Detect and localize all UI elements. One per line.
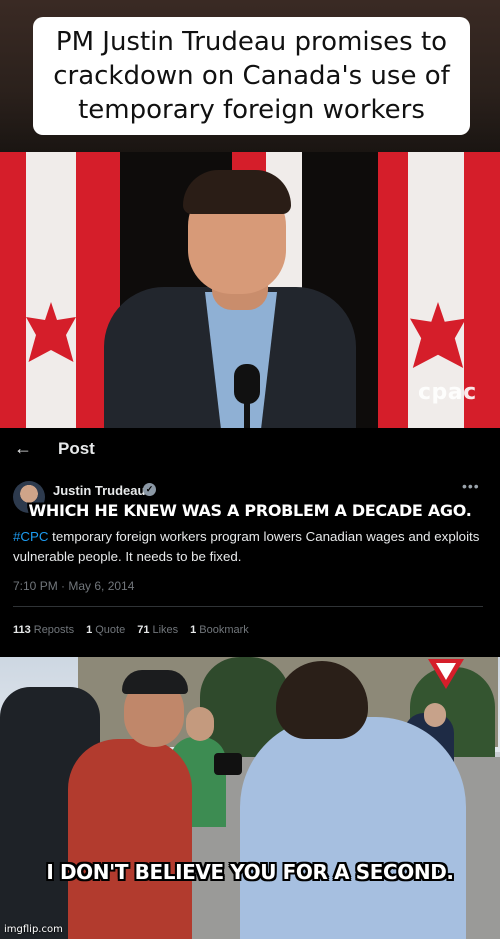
yield-sign-inner [436, 663, 456, 680]
man-blue-shirt [240, 717, 466, 939]
broadcaster-logo: cpac [418, 380, 477, 405]
headline-text: PM Justin Trudeau promises to crackdown … [53, 27, 450, 125]
speaker-hair [183, 170, 291, 214]
cap-icon [122, 670, 188, 694]
hashtag-link[interactable]: #CPC [13, 529, 48, 544]
tweet-panel: ← Post Justin Trudeau ✓ ••• #CPC tempora… [0, 428, 500, 657]
more-horizontal-icon[interactable]: ••• [462, 478, 480, 494]
headline-box: PM Justin Trudeau promises to crackdown … [33, 17, 470, 135]
microphone-stand [244, 402, 250, 428]
watermark: imgflip.com [4, 924, 63, 935]
likes-stat[interactable]: 71 Likes [137, 624, 178, 636]
microphone-icon [234, 364, 260, 404]
meme-caption-bottom: I DON'T BELIEVE YOU FOR A SECOND. [46, 860, 454, 884]
tweet-body: #CPC temporary foreign workers program l… [13, 527, 483, 567]
person-right-head [424, 703, 446, 727]
quotes-stat[interactable]: 1 Quote [86, 624, 125, 636]
verified-badge-icon: ✓ [143, 483, 156, 496]
man-red-shirt [68, 739, 192, 939]
tweet-header: ← Post [0, 428, 500, 470]
tweet-timestamp[interactable]: 7:10 PM · May 6, 2014 [13, 579, 134, 593]
outdoor-photo-panel [0, 657, 500, 939]
divider [13, 606, 483, 607]
author-name[interactable]: Justin Trudeau [53, 483, 145, 498]
canada-flag-left [0, 152, 120, 428]
arrow-left-icon[interactable]: ← [14, 438, 32, 459]
meme-caption-top: WHICH HE KNEW WAS A PROBLEM A DECADE AGO… [28, 501, 472, 520]
video-frame: cpac [0, 152, 500, 428]
reposts-stat[interactable]: 113 Reposts [13, 624, 74, 636]
headline-video-panel: PM Justin Trudeau promises to crackdown … [0, 0, 500, 428]
post-title: Post [58, 439, 95, 458]
tweet-text: temporary foreign workers program lowers… [13, 529, 480, 564]
camera-icon [214, 753, 242, 775]
bookmarks-stat[interactable]: 1 Bookmark [190, 624, 249, 636]
photographer-head [186, 707, 214, 741]
engagement-stats: 113 Reposts 1 Quote 71 Likes 1 Bookmark [13, 624, 249, 636]
